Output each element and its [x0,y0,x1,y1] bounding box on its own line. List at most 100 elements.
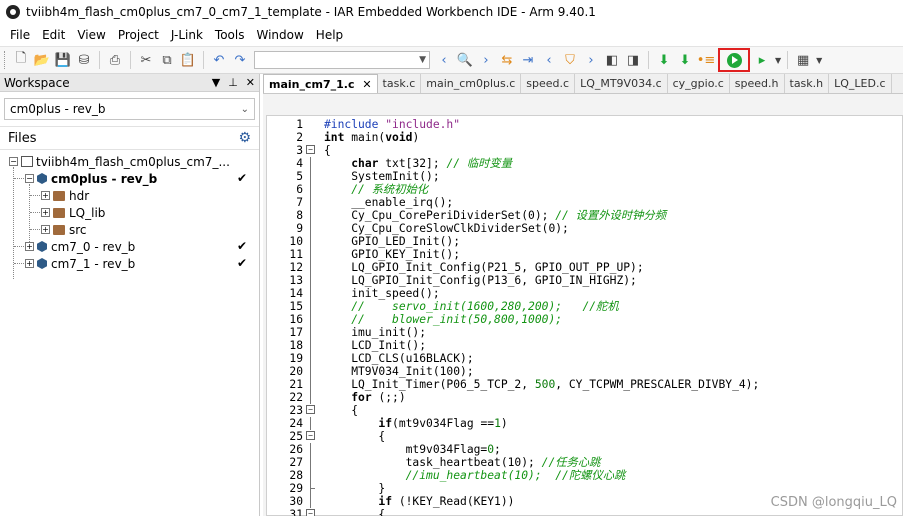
menu-file[interactable]: File [4,24,36,46]
collapse-icon[interactable]: − [25,174,34,183]
menu-view[interactable]: View [71,24,111,46]
chevron-down-icon[interactable]: ▼ [212,76,220,89]
code-line[interactable]: 3−{ [267,144,902,157]
tree-item-src[interactable]: + src [0,221,259,238]
tab-main-cm0plus[interactable]: main_cm0plus.c [421,74,522,93]
download-icon[interactable]: ⬇ [676,51,694,69]
stop-build-icon[interactable]: •≡ [697,51,716,69]
code-area[interactable]: 1 #include "include.h" 2 int main(void) 3−{4… [266,115,903,516]
code-line[interactable]: 16 // blower_init(50,800,1000); [267,313,902,326]
tab-lq-mt9v034[interactable]: LQ_MT9V034.c [575,74,668,93]
navigate-forward-icon[interactable]: › [582,51,600,69]
copy-icon[interactable]: ⧉ [158,51,176,69]
pin-icon[interactable]: ⊥ [228,76,238,89]
code-line[interactable]: 13 LQ_GPIO_Init_Config(P13_6, GPIO_IN_HI… [267,274,902,287]
close-icon[interactable]: ✕ [362,78,371,91]
code-line[interactable]: 2 int main(void) [267,131,902,144]
code-line[interactable]: 15 // servo_init(1600,280,200); //舵机 [267,300,902,313]
collapse-icon[interactable]: − [9,157,18,166]
code-line[interactable]: 24 if(mt9v034Flag ==1) [267,417,902,430]
open-file-icon[interactable]: 📂 [33,51,51,69]
expand-icon[interactable]: + [41,225,50,234]
next-bookmark-icon[interactable]: ◨ [624,51,642,69]
code-line[interactable]: 6 // 系统初始化 [267,183,902,196]
code-line[interactable]: 25− { [267,430,902,443]
code-line[interactable]: 10 GPIO_LED_Init(); [267,235,902,248]
chevron-down-icon[interactable]: ▼ [775,56,781,65]
fold-toggle-icon[interactable]: − [306,405,315,414]
close-icon[interactable]: ✕ [246,76,255,89]
menu-project[interactable]: Project [112,24,165,46]
code-line[interactable]: 18 LCD_Init(); [267,339,902,352]
tree-item-cm7-0[interactable]: + cm7_0 - rev_b ✔ [0,238,259,255]
find-previous-icon[interactable]: ‹ [435,51,453,69]
code-line[interactable]: 17 imu_init(); [267,326,902,339]
fold-toggle-icon[interactable]: − [306,431,315,440]
code-line[interactable]: 14 init_speed(); [267,287,902,300]
tab-speed-c[interactable]: speed.c [521,74,576,93]
code-line[interactable]: 5 SystemInit(); [267,170,902,183]
prev-bookmark-icon[interactable]: ◧ [603,51,621,69]
debug-without-download-icon[interactable]: ▸ [753,51,771,69]
tab-task-c[interactable]: task.c [378,74,422,93]
tree-item-lq-lib[interactable]: + LQ_lib [0,204,259,221]
menu-help[interactable]: Help [310,24,349,46]
download-and-debug-button[interactable] [718,48,750,72]
tab-speed-h[interactable]: speed.h [730,74,785,93]
expand-icon[interactable]: + [25,242,34,251]
gear-icon[interactable]: ⚙ [238,130,251,146]
code-line[interactable]: 20 MT9V034_Init(100); [267,365,902,378]
goto-line-icon[interactable]: ⇥ [519,51,537,69]
search-icon[interactable]: 🔍 [456,51,474,69]
configuration-select[interactable]: cm0plus - rev_b ⌄ [4,98,255,120]
code-line[interactable]: 19 LCD_CLS(u16BLACK); [267,352,902,365]
code-line[interactable]: 28 //imu_heartbeat(10); //陀螺仪心跳 [267,469,902,482]
tree-item-cm7-1[interactable]: + cm7_1 - rev_b ✔ [0,255,259,272]
chevron-down-icon[interactable]: ▼ [816,56,822,65]
redo-icon[interactable]: ↷ [231,51,249,69]
multicore-icon[interactable]: ▦ [794,51,812,69]
code-line[interactable]: 27 task_heartbeat(10); //任务心跳 [267,456,902,469]
tree-item-cm0plus[interactable]: − cm0plus - rev_b ✔ [0,170,259,187]
menu-edit[interactable]: Edit [36,24,71,46]
code-line[interactable]: 12 LQ_GPIO_Init_Config(P21_5, GPIO_OUT_P… [267,261,902,274]
undo-icon[interactable]: ↶ [210,51,228,69]
save-all-icon[interactable]: ⛁ [75,51,93,69]
tab-lq-led[interactable]: LQ_LED.c [829,74,892,93]
find-combo[interactable]: ▼ [254,51,430,69]
code-line[interactable]: 29 } [267,482,902,495]
new-file-icon[interactable]: 🗋 [12,51,30,69]
compile-icon[interactable]: ⬇ [655,51,673,69]
navigate-back-icon[interactable]: ‹ [540,51,558,69]
code-line[interactable]: 1 #include "include.h" [267,118,902,131]
expand-icon[interactable]: + [41,191,50,200]
fold-toggle-icon[interactable]: − [306,509,315,516]
code-line[interactable]: 7 __enable_irq(); [267,196,902,209]
bookmark-icon[interactable]: ⛉ [561,51,579,69]
cut-icon[interactable]: ✂ [137,51,155,69]
code-line[interactable]: 9 Cy_Cpu_CoreSlowClkDividerSet(0); [267,222,902,235]
expand-icon[interactable]: + [25,259,34,268]
tree-item-hdr[interactable]: + hdr [0,187,259,204]
code-line[interactable]: 26 mt9v034Flag=0; [267,443,902,456]
tab-cy-gpio[interactable]: cy_gpio.c [668,74,730,93]
print-icon[interactable]: ⎙ [106,51,124,69]
fold-toggle-icon[interactable]: − [306,145,315,154]
code-line[interactable]: 22 for (;;) [267,391,902,404]
code-line[interactable]: 21 LQ_Init_Timer(P06_5_TCP_2, 500, CY_TC… [267,378,902,391]
code-line[interactable]: 23− { [267,404,902,417]
tab-task-h[interactable]: task.h [785,74,830,93]
code-line[interactable]: 8 Cy_Cpu_CorePeriDividerSet(0); // 设置外设时… [267,209,902,222]
menu-jlink[interactable]: J-Link [165,24,209,46]
code-line[interactable]: 4 char txt[32]; // 临时变量 [267,157,902,170]
tree-root[interactable]: − tviibh4m_flash_cm0plus_cm7_... [0,153,259,170]
paste-icon[interactable]: 📋 [179,51,197,69]
save-icon[interactable]: 💾 [54,51,72,69]
expand-icon[interactable]: + [41,208,50,217]
code-line[interactable]: 11 GPIO_KEY_Init(); [267,248,902,261]
menu-tools[interactable]: Tools [209,24,251,46]
tab-main-cm7-1[interactable]: main_cm7_1.c ✕ [263,74,378,93]
find-next-icon[interactable]: › [477,51,495,69]
menu-window[interactable]: Window [250,24,309,46]
toolbar-grip[interactable] [4,51,7,69]
